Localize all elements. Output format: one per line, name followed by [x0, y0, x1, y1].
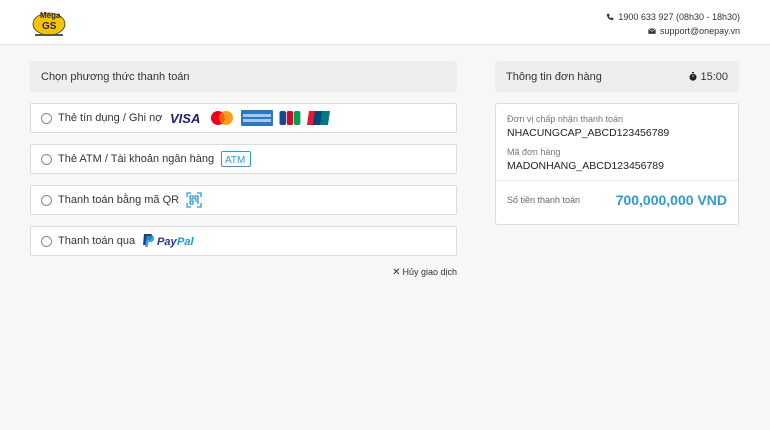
- svg-text:VISA: VISA: [170, 111, 200, 125]
- atm-card-icon: ATM: [221, 151, 252, 167]
- option-credit-card[interactable]: Thẻ tín dụng / Ghi nợ VISA: [30, 103, 457, 133]
- phone-icon: [607, 13, 614, 21]
- svg-text:Pay: Pay: [157, 236, 177, 248]
- order-id-label: Mã đơn hàng: [507, 147, 561, 157]
- svg-text:ATM: ATM: [225, 155, 245, 166]
- order-info-panel: Thông tin đơn hàng 15:00 Đơn vị chấp nhậ…: [495, 61, 739, 225]
- divider: [496, 180, 738, 181]
- paypal-icon: Pay Pal: [142, 233, 196, 249]
- radio-atm[interactable]: [41, 153, 52, 165]
- option-atm-label: Thẻ ATM / Tài khoản ngân hàng: [58, 153, 215, 165]
- order-info-title: Thông tin đơn hàng: [506, 70, 602, 83]
- payment-section-title: Chọn phương thức thanh toán: [30, 61, 457, 92]
- unionpay-icon: [307, 110, 331, 126]
- option-qr-label: Thanh toán bằng mã QR: [58, 194, 180, 206]
- svg-text:GS: GS: [42, 21, 57, 32]
- countdown-timer: 15:00: [689, 71, 728, 83]
- option-paypal[interactable]: Thanh toán qua Pay Pal: [30, 226, 457, 256]
- visa-icon: VISA: [169, 111, 203, 125]
- svg-text:Mega: Mega: [40, 11, 61, 20]
- mastercard-icon: [209, 110, 235, 126]
- order-details: Đơn vị chấp nhận thanh toán NHACUNGCAP_A…: [495, 103, 739, 225]
- order-info-header: Thông tin đơn hàng 15:00: [495, 61, 739, 92]
- amount-label: Số tiền thanh toán: [507, 195, 581, 205]
- contact-info: 1900 633 927 (08h30 - 18h30) support@one…: [606, 10, 740, 38]
- merchant-value: NHACUNGCAP_ABCD123456789: [507, 127, 670, 139]
- amex-icon: [241, 110, 274, 126]
- order-id-value: MADONHANG_ABCD123456789: [507, 160, 664, 172]
- amount-row: Số tiền thanh toán 700,000,000 VND: [507, 192, 727, 208]
- cancel-transaction-link[interactable]: ✕ Hủy giao dịch: [30, 267, 457, 278]
- radio-paypal[interactable]: [41, 235, 52, 247]
- timer-value: 15:00: [700, 70, 728, 83]
- top-header: Mega GS 1900 633 927 (08h30 - 18h30) sup…: [0, 0, 770, 45]
- option-credit-card-label: Thẻ tín dụng / Ghi nợ: [58, 112, 163, 124]
- qr-scan-icon: [186, 192, 202, 208]
- svg-text:Pal: Pal: [177, 236, 194, 248]
- jcb-icon: [279, 110, 301, 126]
- option-qr[interactable]: Thanh toán bằng mã QR: [30, 185, 457, 215]
- close-icon: ✕: [392, 267, 401, 278]
- merchant-label: Đơn vị chấp nhận thanh toán: [507, 114, 623, 124]
- megags-logo: Mega GS: [32, 11, 66, 36]
- payment-methods: Chọn phương thức thanh toán Thẻ tín dụng…: [30, 61, 457, 278]
- option-paypal-label: Thanh toán qua: [58, 235, 136, 247]
- option-atm[interactable]: Thẻ ATM / Tài khoản ngân hàng ATM: [30, 144, 457, 174]
- support-phone: 1900 633 927 (08h30 - 18h30): [618, 12, 740, 22]
- support-email[interactable]: support@onepay.vn: [660, 24, 740, 38]
- stopwatch-icon: [689, 72, 697, 81]
- cancel-transaction-label: Hủy giao dịch: [402, 267, 457, 277]
- envelope-icon: [648, 28, 656, 34]
- radio-qr[interactable]: [41, 194, 52, 206]
- radio-credit-card[interactable]: [41, 112, 52, 124]
- amount-value: 700,000,000 VND: [615, 192, 727, 208]
